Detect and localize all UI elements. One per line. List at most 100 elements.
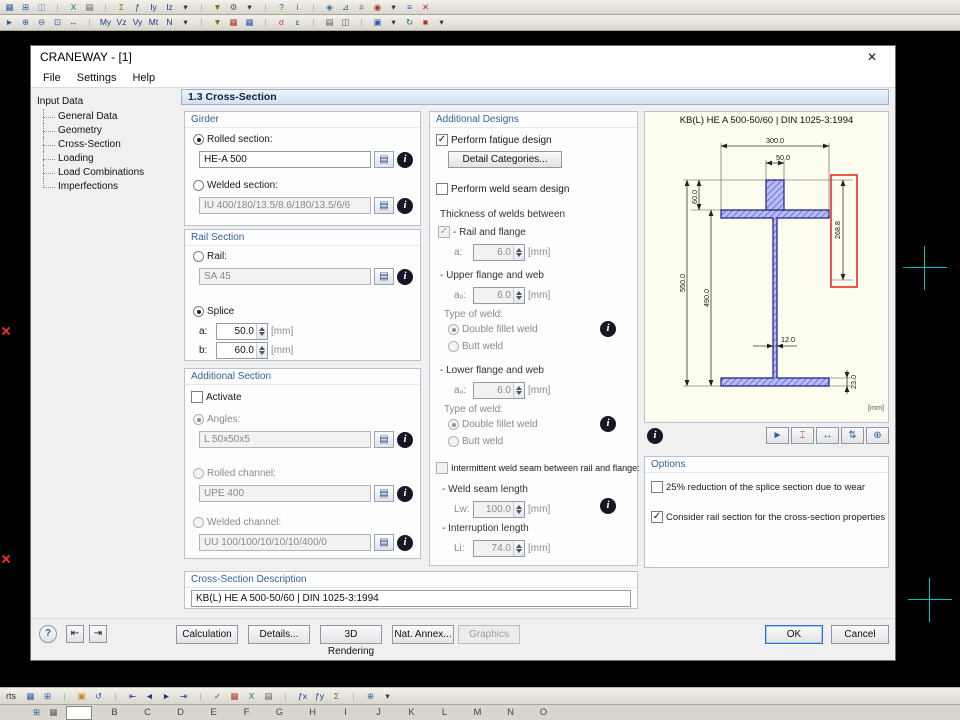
column-letter[interactable]: F bbox=[230, 707, 263, 718]
dropdown-icon[interactable]: ▾ bbox=[179, 1, 192, 14]
column-letter[interactable]: E bbox=[197, 707, 230, 718]
separator[interactable]: | bbox=[83, 16, 96, 29]
fit-view-button[interactable]: ⇅ bbox=[841, 427, 864, 444]
fx-icon[interactable]: ƒx bbox=[296, 690, 309, 703]
welded-channel-library-button[interactable]: ▤ bbox=[374, 534, 394, 551]
tree-item[interactable]: Cross-Section bbox=[43, 137, 177, 151]
fatigue-design-checkbox[interactable]: ✓ bbox=[436, 134, 448, 146]
zoom-in-icon[interactable]: ⊕ bbox=[19, 16, 32, 29]
national-annex-button[interactable]: Nat. Annex... bbox=[392, 625, 454, 644]
sum-icon[interactable]: Σ bbox=[115, 1, 128, 14]
column-letter[interactable]: K bbox=[395, 707, 428, 718]
layers-icon[interactable]: ≡ bbox=[403, 1, 416, 14]
menu-item[interactable]: Settings bbox=[69, 69, 125, 87]
angles-info-button[interactable]: i bbox=[397, 432, 413, 448]
angles-library-button[interactable]: ▤ bbox=[374, 431, 394, 448]
normal-force-icon[interactable]: N bbox=[163, 16, 176, 29]
separator[interactable]: | bbox=[58, 690, 71, 703]
separator[interactable]: | bbox=[194, 690, 207, 703]
history-icon[interactable]: ↺ bbox=[92, 690, 105, 703]
tree-item[interactable]: Imperfections bbox=[43, 179, 177, 193]
weld-seam-design-checkbox[interactable]: ✓ bbox=[436, 183, 448, 195]
rolled-channel-info-button[interactable]: i bbox=[397, 486, 413, 502]
help-icon[interactable]: ? bbox=[275, 1, 288, 14]
details-button[interactable]: Details... bbox=[248, 625, 310, 644]
tree-item[interactable]: General Data bbox=[43, 109, 177, 123]
menu-item[interactable]: Help bbox=[124, 69, 163, 87]
rail-library-button[interactable]: ▤ bbox=[374, 268, 394, 285]
report-icon[interactable]: ▤ bbox=[323, 16, 336, 29]
dropdown-icon[interactable]: ▾ bbox=[435, 16, 448, 29]
pan-icon[interactable]: ↔ bbox=[67, 16, 80, 29]
printout-icon[interactable]: ◫ bbox=[339, 16, 352, 29]
next-row-icon[interactable]: ► bbox=[160, 690, 173, 703]
refresh-icon[interactable]: ↻ bbox=[403, 16, 416, 29]
tree-item[interactable]: Geometry bbox=[43, 123, 177, 137]
help-button[interactable]: ? bbox=[39, 625, 57, 643]
menu-item[interactable]: File bbox=[35, 69, 69, 87]
table-grid-icon[interactable]: ▦ bbox=[24, 690, 37, 703]
last-row-icon[interactable]: ⇥ bbox=[177, 690, 190, 703]
filter-icon[interactable]: ▼ bbox=[211, 1, 224, 14]
lower-weld-info-button[interactable]: i bbox=[600, 416, 616, 432]
page-preview-icon[interactable]: ◫ bbox=[35, 1, 48, 14]
table-add-icon[interactable]: ⊞ bbox=[41, 690, 54, 703]
rolled-section-library-button[interactable]: ▤ bbox=[374, 151, 394, 168]
active-column-cell[interactable] bbox=[66, 706, 92, 720]
calculation-button[interactable]: Calculation bbox=[176, 625, 238, 644]
result-table-blue-icon[interactable]: ▦ bbox=[243, 16, 256, 29]
dropdown-icon[interactable]: ▾ bbox=[381, 690, 394, 703]
rail-info-button[interactable]: i bbox=[397, 269, 413, 285]
dropdown-icon[interactable]: ▾ bbox=[179, 16, 192, 29]
column-letter[interactable]: M bbox=[461, 707, 494, 718]
delete-icon[interactable]: ✕ bbox=[419, 1, 432, 14]
separator[interactable]: | bbox=[195, 16, 208, 29]
sum-icon[interactable]: Σ bbox=[330, 690, 343, 703]
preview-info-button[interactable]: i bbox=[647, 428, 663, 444]
stress-sigma-icon[interactable]: σ bbox=[275, 16, 288, 29]
welded-section-library-button[interactable]: ▤ bbox=[374, 197, 394, 214]
print-icon[interactable]: ▤ bbox=[83, 1, 96, 14]
activate-checkbox[interactable]: ✓ bbox=[191, 391, 203, 403]
welded-section-info-button[interactable]: i bbox=[397, 198, 413, 214]
rendering-button[interactable]: 3D Rendering bbox=[320, 625, 382, 644]
separator[interactable]: | bbox=[355, 16, 368, 29]
separator[interactable]: | bbox=[109, 690, 122, 703]
splice-a-spinner[interactable]: 50.0 bbox=[216, 323, 268, 340]
settings-icon[interactable]: ⚙ bbox=[227, 1, 240, 14]
shear-vz-icon[interactable]: Vz bbox=[115, 16, 128, 29]
intermittent-weld-info-button[interactable]: i bbox=[600, 498, 616, 514]
pointer-icon[interactable]: ► bbox=[3, 16, 16, 29]
welded-channel-info-button[interactable]: i bbox=[397, 535, 413, 551]
tree-item[interactable]: Loading bbox=[43, 151, 177, 165]
upper-weld-info-button[interactable]: i bbox=[600, 321, 616, 337]
column-letter[interactable]: G bbox=[263, 707, 296, 718]
rolled-channel-library-button[interactable]: ▤ bbox=[374, 485, 394, 502]
separator[interactable]: | bbox=[51, 1, 64, 14]
shear-vy-icon[interactable]: Vy bbox=[131, 16, 144, 29]
prev-row-icon[interactable]: ◄ bbox=[143, 690, 156, 703]
zoom-out-icon[interactable]: ⊖ bbox=[35, 16, 48, 29]
check-icon[interactable]: ✓ bbox=[211, 690, 224, 703]
consider-rail-checkbox[interactable]: ✓ bbox=[651, 511, 663, 523]
load-case-icon[interactable]: ▼ bbox=[211, 16, 224, 29]
strain-epsilon-icon[interactable]: ε bbox=[291, 16, 304, 29]
moment-my-icon[interactable]: My bbox=[99, 16, 112, 29]
cancel-button[interactable]: Cancel bbox=[831, 625, 889, 644]
separator[interactable]: | bbox=[99, 1, 112, 14]
tree-root-input-data[interactable]: Input Data bbox=[35, 95, 177, 108]
spinner-arrows-icon[interactable] bbox=[256, 343, 267, 358]
stress-points-button[interactable]: ⌶ bbox=[791, 427, 814, 444]
splice-radio[interactable] bbox=[193, 306, 204, 317]
column-letter[interactable]: H bbox=[296, 707, 329, 718]
excel-export-icon[interactable]: X bbox=[67, 1, 80, 14]
rail-radio[interactable] bbox=[193, 251, 204, 262]
separator[interactable]: | bbox=[195, 1, 208, 14]
close-icon[interactable]: ✕ bbox=[858, 50, 886, 64]
description-input[interactable]: KB(L) HE A 500-50/60 | DIN 1025-3:1994 bbox=[191, 590, 631, 607]
result-table-red-icon[interactable]: ▦ bbox=[227, 16, 240, 29]
stop-icon[interactable]: ■ bbox=[419, 16, 432, 29]
separator[interactable]: | bbox=[259, 16, 272, 29]
first-row-icon[interactable]: ⇤ bbox=[126, 690, 139, 703]
spinner-arrows-icon[interactable] bbox=[256, 324, 267, 339]
